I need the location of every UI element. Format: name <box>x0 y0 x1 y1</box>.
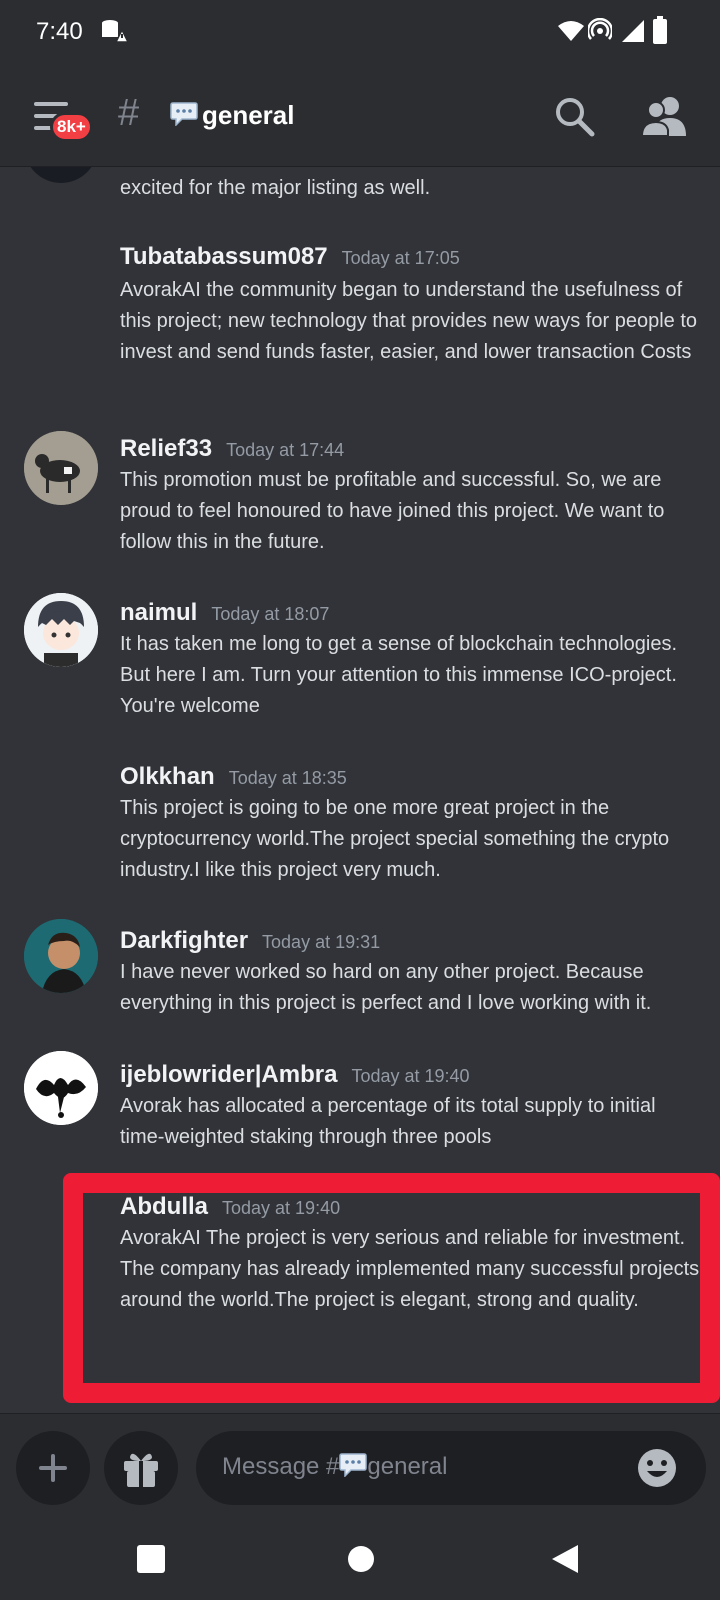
system-nav-bar <box>0 1521 720 1600</box>
status-time: 7:40 <box>36 18 83 45</box>
message-list[interactable]: excited for the major listing as well. T… <box>0 167 720 1413</box>
message-input[interactable]: Message # general <box>196 1431 706 1505</box>
hash-icon: # <box>118 92 140 134</box>
author-name[interactable]: ijeblowrider|Ambra <box>120 1061 337 1088</box>
timestamp: Today at 17:05 <box>341 248 460 268</box>
status-bar: 7:40 <box>0 0 720 66</box>
message-text: This project is going to be one more gre… <box>120 797 670 881</box>
timestamp: Today at 18:07 <box>211 604 330 624</box>
message-header: Tubatabassum087 Today at 17:05 <box>120 243 460 271</box>
message-text: It has taken me long to get a sense of b… <box>120 633 678 717</box>
message-header: Darkfighter Today at 19:31 <box>120 927 380 955</box>
message-placeholder: Message # general <box>222 1453 447 1481</box>
search-icon[interactable] <box>552 94 596 138</box>
wifi-icon <box>558 21 584 41</box>
placeholder-channel: general <box>367 1453 448 1480</box>
message-text: I have never worked so hard on any other… <box>120 961 652 1014</box>
author-name[interactable]: naimul <box>120 599 197 626</box>
back-icon[interactable] <box>550 1543 580 1575</box>
avatar[interactable] <box>24 431 98 505</box>
home-icon[interactable] <box>346 1544 376 1574</box>
signal-icon <box>622 20 644 42</box>
speech-bubble-icon <box>339 1453 368 1478</box>
channel-title[interactable]: general <box>202 100 295 131</box>
author-name[interactable]: Darkfighter <box>120 927 248 954</box>
placeholder-prefix: Message # <box>222 1453 340 1480</box>
gift-icon <box>124 1453 158 1487</box>
recents-icon[interactable] <box>136 1544 166 1574</box>
avatar[interactable] <box>24 1051 98 1125</box>
timestamp: Today at 18:35 <box>228 768 347 788</box>
add-attachment-button[interactable] <box>16 1431 90 1505</box>
battery-icon <box>653 16 667 44</box>
hotspot-icon <box>588 18 612 40</box>
message-text: This promotion must be profitable and su… <box>120 469 665 553</box>
message-header: Relief33 Today at 17:44 <box>120 435 344 463</box>
author-name[interactable]: Olkkhan <box>120 763 215 790</box>
storage-warning-icon <box>102 20 128 43</box>
avatar[interactable] <box>24 919 98 993</box>
message-composer: Message # general <box>0 1413 720 1522</box>
message-text: Avorak has allocated a percentage of its… <box>120 1095 656 1148</box>
speech-bubble-icon <box>170 102 198 126</box>
message-text: AvorakAI the community began to understa… <box>120 279 697 363</box>
members-icon[interactable] <box>640 94 688 138</box>
message-header: Olkkhan Today at 18:35 <box>120 763 347 791</box>
channel-header: 8k+ # general <box>0 66 720 167</box>
message-header: ijeblowrider|Ambra Today at 19:40 <box>120 1061 470 1089</box>
message-text: excited for the major listing as well. <box>120 177 431 199</box>
message-header: Abdulla Today at 19:40 <box>120 1193 340 1221</box>
gift-button[interactable] <box>104 1431 178 1505</box>
message-text: AvorakAI The project is very serious and… <box>120 1227 700 1311</box>
message-header: naimul Today at 18:07 <box>120 599 329 627</box>
author-name[interactable]: Relief33 <box>120 435 212 462</box>
author-name[interactable]: Abdulla <box>120 1193 208 1220</box>
author-name[interactable]: Tubatabassum087 <box>120 243 328 270</box>
avatar[interactable] <box>24 167 98 183</box>
timestamp: Today at 19:40 <box>222 1198 341 1218</box>
emoji-icon[interactable] <box>636 1447 678 1489</box>
timestamp: Today at 17:44 <box>226 440 345 460</box>
plus-icon <box>39 1454 67 1482</box>
avatar[interactable] <box>24 593 98 667</box>
timestamp: Today at 19:31 <box>262 932 381 952</box>
timestamp: Today at 19:40 <box>351 1066 470 1086</box>
unread-badge: 8k+ <box>50 112 93 142</box>
